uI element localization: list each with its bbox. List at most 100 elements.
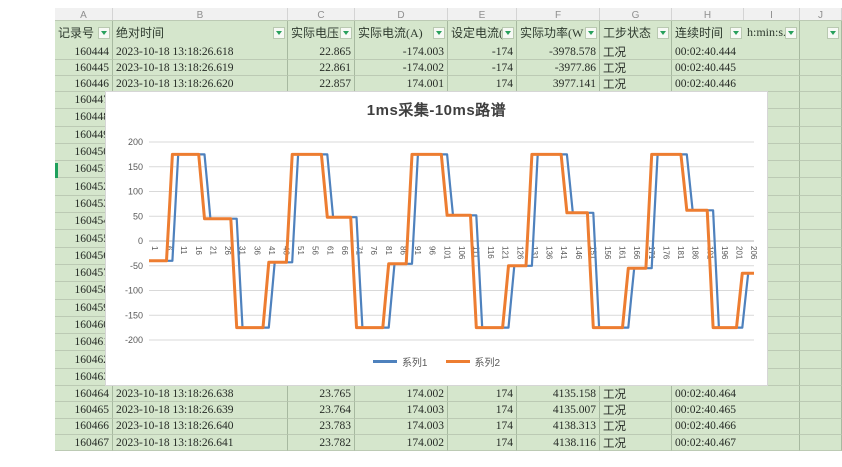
cell[interactable]: 23.783: [288, 419, 355, 435]
cell[interactable]: [800, 44, 842, 60]
cell[interactable]: [800, 282, 842, 299]
cell[interactable]: 160465: [55, 402, 113, 418]
cell[interactable]: 00:02:40.467: [672, 435, 744, 451]
cell[interactable]: 160445: [55, 60, 113, 76]
cell[interactable]: [744, 386, 800, 402]
cell[interactable]: 23.782: [288, 435, 355, 451]
column-header[interactable]: 工步状态: [600, 21, 672, 45]
cell[interactable]: 22.865: [288, 44, 355, 60]
cell[interactable]: [800, 76, 842, 92]
cell[interactable]: -3977.86: [517, 60, 600, 76]
cell[interactable]: 00:02:40.446: [672, 76, 744, 92]
cell[interactable]: -174.003: [355, 44, 448, 60]
cell[interactable]: -3978.578: [517, 44, 600, 60]
cell[interactable]: [744, 60, 800, 76]
cell[interactable]: [800, 230, 842, 247]
column-letter[interactable]: J: [800, 8, 842, 20]
cell[interactable]: 2023-10-18 13:18:26.620: [113, 76, 288, 92]
column-letter[interactable]: I: [744, 8, 800, 20]
cell[interactable]: 工况: [600, 386, 672, 402]
cell[interactable]: 22.857: [288, 76, 355, 92]
cell[interactable]: 174: [448, 402, 517, 418]
column-letter[interactable]: C: [288, 8, 355, 20]
filter-button[interactable]: [730, 27, 742, 39]
cell[interactable]: 2023-10-18 13:18:26.618: [113, 44, 288, 60]
cell[interactable]: [800, 369, 842, 386]
cell[interactable]: -174: [448, 60, 517, 76]
cell[interactable]: -174.002: [355, 60, 448, 76]
embedded-chart[interactable]: 200150100500-50-100-150-2001611162126313…: [105, 91, 768, 386]
cell[interactable]: [744, 435, 800, 451]
column-header[interactable]: 实际电压: [288, 21, 355, 45]
cell[interactable]: [800, 248, 842, 265]
column-letter[interactable]: G: [600, 8, 672, 20]
cell[interactable]: 00:02:40.445: [672, 60, 744, 76]
cell[interactable]: 174.001: [355, 76, 448, 92]
cell[interactable]: 160444: [55, 44, 113, 60]
filter-button[interactable]: [657, 27, 669, 39]
column-header[interactable]: 实际功率(W: [517, 21, 600, 45]
cell[interactable]: 工况: [600, 435, 672, 451]
cell[interactable]: 4138.313: [517, 419, 600, 435]
cell[interactable]: 工况: [600, 76, 672, 92]
filter-button[interactable]: [340, 27, 352, 39]
cell[interactable]: [800, 144, 842, 161]
cell[interactable]: [744, 402, 800, 418]
cell[interactable]: [800, 213, 842, 230]
cell[interactable]: 工况: [600, 419, 672, 435]
column-letter[interactable]: H: [672, 8, 744, 20]
filter-button[interactable]: [502, 27, 514, 39]
cell[interactable]: 23.765: [288, 386, 355, 402]
cell[interactable]: 174: [448, 419, 517, 435]
cell[interactable]: [744, 419, 800, 435]
column-letter[interactable]: A: [55, 8, 113, 20]
cell[interactable]: 4138.116: [517, 435, 600, 451]
cell[interactable]: 160464: [55, 386, 113, 402]
cell[interactable]: 174: [448, 386, 517, 402]
column-header[interactable]: 实际电流(A): [355, 21, 448, 45]
cell[interactable]: 4135.007: [517, 402, 600, 418]
cell[interactable]: [800, 317, 842, 334]
cell[interactable]: [800, 196, 842, 213]
cell[interactable]: [800, 402, 842, 418]
cell[interactable]: [800, 300, 842, 317]
cell[interactable]: 174.002: [355, 435, 448, 451]
cell[interactable]: [800, 419, 842, 435]
cell[interactable]: [800, 161, 842, 178]
cell[interactable]: 22.861: [288, 60, 355, 76]
column-header[interactable]: h:min:s.m: [744, 21, 800, 45]
column-header[interactable]: 连续时间: [672, 21, 744, 45]
cell[interactable]: 2023-10-18 13:18:26.640: [113, 419, 288, 435]
filter-button[interactable]: [585, 27, 597, 39]
cell[interactable]: [800, 92, 842, 109]
cell[interactable]: 174.002: [355, 386, 448, 402]
column-letter[interactable]: B: [113, 8, 288, 20]
cell[interactable]: 23.764: [288, 402, 355, 418]
column-header[interactable]: [800, 21, 842, 45]
filter-button[interactable]: [827, 27, 839, 39]
cell[interactable]: -174: [448, 44, 517, 60]
cell[interactable]: [800, 265, 842, 282]
cell[interactable]: [744, 44, 800, 60]
cell[interactable]: 174.003: [355, 402, 448, 418]
column-header[interactable]: 设定电流(: [448, 21, 517, 45]
cell[interactable]: 160446: [55, 76, 113, 92]
cell[interactable]: 2023-10-18 13:18:26.641: [113, 435, 288, 451]
cell[interactable]: 2023-10-18 13:18:26.619: [113, 60, 288, 76]
cell[interactable]: 160466: [55, 419, 113, 435]
cell[interactable]: 00:02:40.464: [672, 386, 744, 402]
cell[interactable]: 4135.158: [517, 386, 600, 402]
cell[interactable]: [800, 60, 842, 76]
filter-button[interactable]: [433, 27, 445, 39]
cell[interactable]: 工况: [600, 402, 672, 418]
column-letter[interactable]: D: [355, 8, 448, 20]
cell[interactable]: 160467: [55, 435, 113, 451]
cell[interactable]: [800, 334, 842, 351]
filter-button[interactable]: [98, 27, 110, 39]
cell[interactable]: 174: [448, 435, 517, 451]
cell[interactable]: [800, 109, 842, 126]
column-letter[interactable]: E: [448, 8, 517, 20]
cell[interactable]: 3977.141: [517, 76, 600, 92]
column-letter[interactable]: F: [517, 8, 600, 20]
cell[interactable]: 工况: [600, 44, 672, 60]
